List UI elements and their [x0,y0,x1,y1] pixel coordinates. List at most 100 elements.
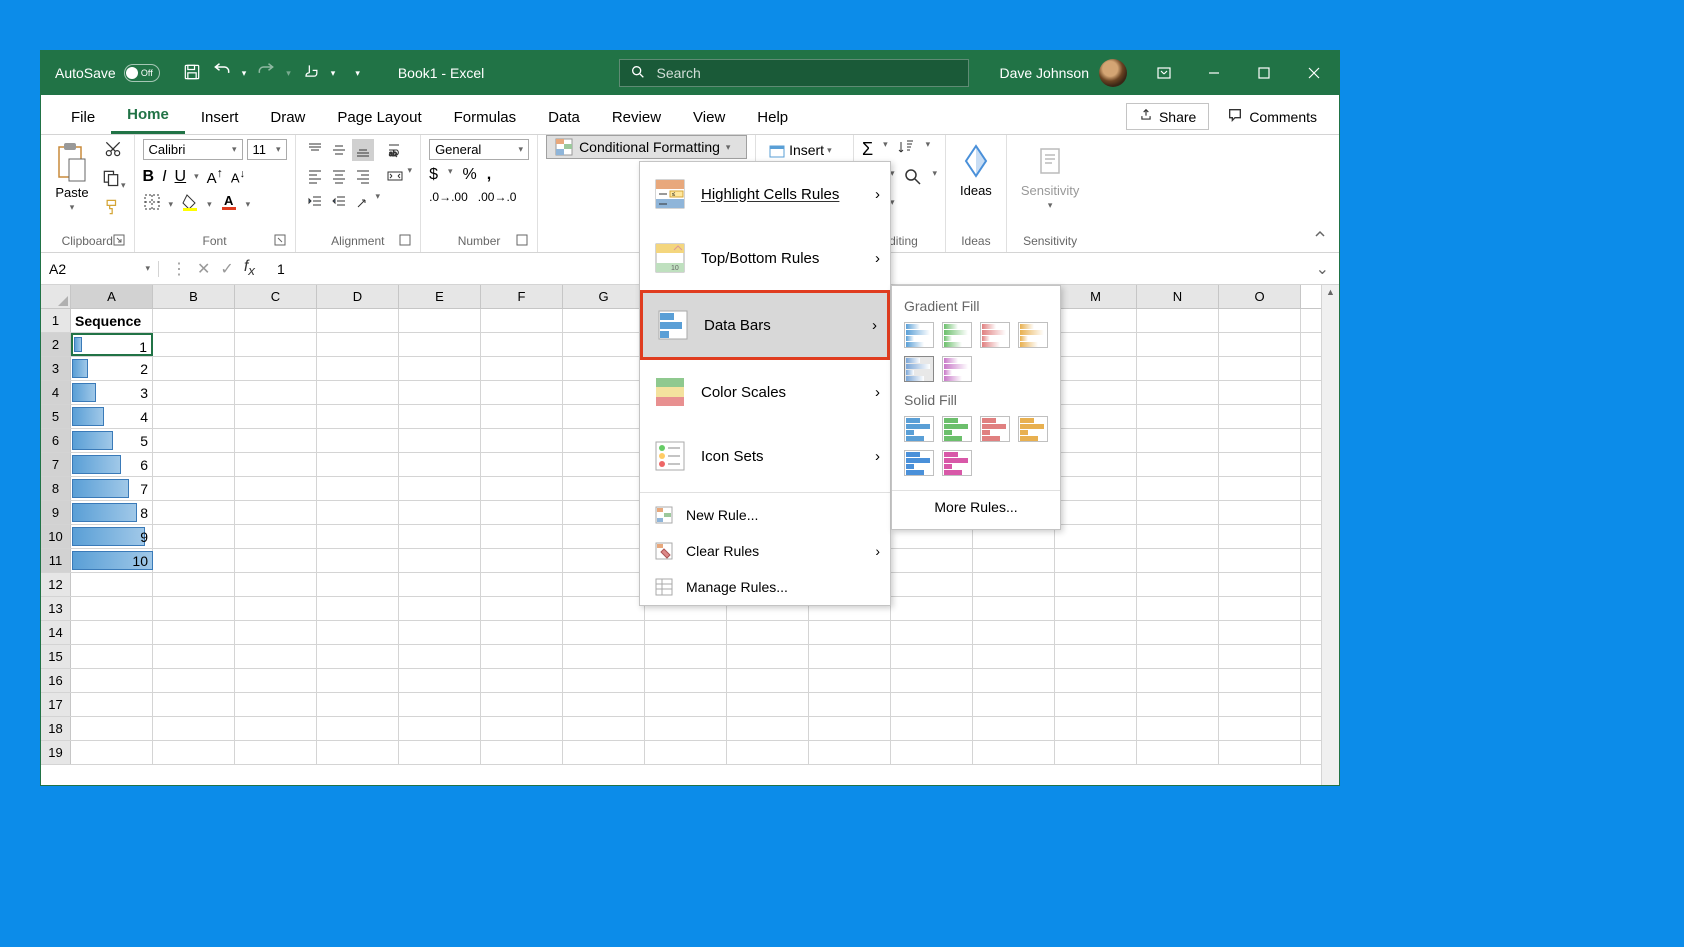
cf-highlight-cells[interactable]: ≤ Highlight Cells Rules › [640,162,890,226]
cf-icon-sets[interactable]: Icon Sets › [640,424,890,488]
cell[interactable] [563,333,645,356]
cell[interactable] [481,357,563,380]
cell[interactable] [399,669,481,692]
font-name-combo[interactable]: Calibri▾ [143,139,243,160]
cell[interactable] [1219,573,1301,596]
cell[interactable] [563,357,645,380]
cell[interactable] [1219,597,1301,620]
cell[interactable] [1055,357,1137,380]
borders-icon[interactable] [143,193,161,216]
cell[interactable] [1137,621,1219,644]
cell[interactable] [399,429,481,452]
cell[interactable] [317,357,399,380]
data-bar-swatch[interactable] [1018,416,1048,442]
cell[interactable] [973,645,1055,668]
cell[interactable] [235,549,317,572]
more-rules-button[interactable]: More Rules... [892,490,1060,519]
cell[interactable] [563,477,645,500]
cell[interactable] [235,333,317,356]
cell[interactable] [645,741,727,764]
cell[interactable] [235,357,317,380]
data-bar-swatch[interactable] [980,322,1010,348]
cell[interactable] [235,381,317,404]
cell[interactable]: Sequence [71,309,153,332]
cell[interactable] [563,453,645,476]
cell[interactable] [973,621,1055,644]
row-header[interactable]: 14 [41,621,71,644]
data-bar-swatch[interactable] [904,450,934,476]
cut-icon[interactable] [103,139,123,164]
cell[interactable] [1137,501,1219,524]
row-header[interactable]: 6 [41,429,71,452]
cell[interactable] [71,645,153,668]
cell[interactable] [153,357,235,380]
cell[interactable] [481,501,563,524]
tab-formulas[interactable]: Formulas [438,101,533,134]
cell[interactable] [153,501,235,524]
cell[interactable] [1219,453,1301,476]
cell[interactable] [1055,693,1137,716]
cell[interactable] [153,645,235,668]
cell[interactable] [973,669,1055,692]
cell[interactable] [317,501,399,524]
close-button[interactable] [1289,51,1339,95]
cell[interactable] [645,621,727,644]
orientation-icon[interactable] [352,191,374,213]
comments-button[interactable]: Comments [1215,103,1329,130]
row-header[interactable]: 16 [41,669,71,692]
align-left-icon[interactable] [304,165,326,187]
cell[interactable] [317,597,399,620]
column-header[interactable]: M [1055,285,1137,308]
cell[interactable] [1055,549,1137,572]
cell[interactable] [317,669,399,692]
ideas-button[interactable]: Ideas [954,139,998,200]
cell[interactable] [645,693,727,716]
copy-icon[interactable]: ▾ [101,168,126,193]
cell[interactable] [153,477,235,500]
qat-customize-icon[interactable]: ▾ [355,68,360,79]
align-bottom-icon[interactable] [352,139,374,161]
save-icon[interactable] [182,62,202,85]
cell[interactable] [563,405,645,428]
cell[interactable] [973,717,1055,740]
cell[interactable] [235,645,317,668]
column-header[interactable]: C [235,285,317,308]
cell[interactable] [481,309,563,332]
cell[interactable] [1219,525,1301,548]
cell[interactable] [727,693,809,716]
cell[interactable] [481,717,563,740]
cell[interactable] [399,381,481,404]
data-bar-swatch[interactable] [942,416,972,442]
cell[interactable] [727,669,809,692]
cell[interactable] [727,645,809,668]
cell[interactable] [563,597,645,620]
cell[interactable] [399,693,481,716]
tab-insert[interactable]: Insert [185,101,255,134]
row-header[interactable]: 2 [41,333,71,356]
cell[interactable] [1137,381,1219,404]
align-center-icon[interactable] [328,165,350,187]
cell[interactable] [809,645,891,668]
cell[interactable] [481,477,563,500]
sort-filter-icon[interactable] [898,139,916,162]
cell[interactable] [973,597,1055,620]
cell[interactable] [563,525,645,548]
cell[interactable] [563,309,645,332]
cell[interactable]: 9 [71,525,153,548]
cell[interactable] [891,693,973,716]
cell[interactable] [481,405,563,428]
cell[interactable] [1055,405,1137,428]
cell[interactable] [1137,405,1219,428]
accounting-icon[interactable]: $ [429,166,438,184]
cell[interactable] [973,693,1055,716]
cell[interactable] [563,717,645,740]
cell[interactable] [481,549,563,572]
cell[interactable] [235,693,317,716]
row-header[interactable]: 18 [41,717,71,740]
data-bar-swatch[interactable] [904,416,934,442]
cell[interactable] [1219,669,1301,692]
cell[interactable] [563,429,645,452]
cell[interactable] [481,333,563,356]
cell[interactable] [153,693,235,716]
cell[interactable] [153,621,235,644]
